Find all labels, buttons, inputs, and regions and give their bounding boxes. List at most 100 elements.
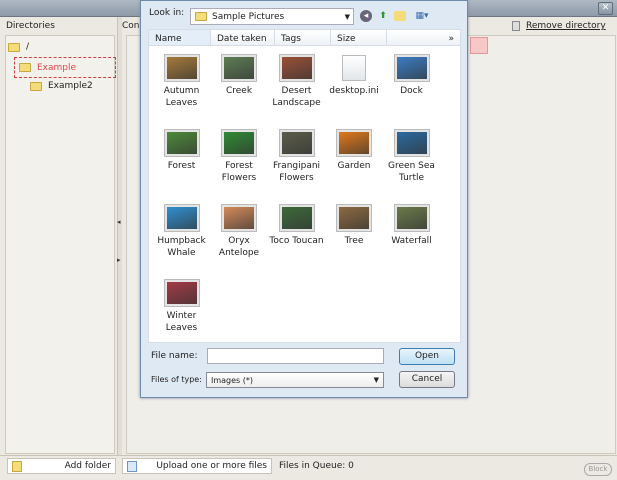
- file-list: Autumn Leaves Creek Desert Landscape deskto…: [148, 46, 461, 343]
- file-name: desktop.ini: [329, 86, 379, 96]
- cancel-button[interactable]: Cancel: [399, 371, 455, 388]
- directory-tree: / Example Example2: [5, 35, 116, 454]
- close-icon[interactable]: ✕: [598, 2, 613, 15]
- file-name: Winter Leaves: [165, 311, 198, 333]
- file-item[interactable]: Waterfall: [383, 204, 440, 247]
- image-thumbnail: [278, 54, 315, 82]
- file-name: Oryx Antelope: [218, 236, 260, 258]
- back-icon[interactable]: ◂: [360, 10, 372, 22]
- collapse-left-icon[interactable]: ◂: [117, 218, 123, 228]
- file-item[interactable]: Desert Landscape: [268, 54, 325, 109]
- expand-right-icon[interactable]: ▸: [117, 256, 123, 266]
- open-button[interactable]: Open: [399, 348, 455, 365]
- chevron-down-icon: ▼: [373, 376, 379, 384]
- file-item[interactable]: Frangipani Flowers: [268, 129, 325, 184]
- tree-node-example[interactable]: Example: [14, 57, 116, 78]
- upload-file-icon: [127, 461, 137, 472]
- tree-node-label: Example: [37, 62, 77, 73]
- file-name: Frangipani Flowers: [272, 161, 321, 183]
- folder-icon: [8, 42, 20, 52]
- add-folder-label: Add folder: [64, 461, 111, 471]
- image-thumbnail: [393, 54, 430, 82]
- image-thumbnail: [221, 129, 257, 157]
- file-name: Forest Flowers: [221, 161, 257, 183]
- image-thumbnail: [393, 129, 430, 157]
- image-thumbnail: [163, 204, 200, 232]
- column-size[interactable]: Size: [331, 30, 387, 45]
- image-thumbnail: [278, 204, 315, 232]
- file-name: Forest: [167, 161, 196, 171]
- look-in-label: Look in:: [149, 8, 185, 18]
- image-thumbnail: [278, 129, 315, 157]
- file-item[interactable]: Dock: [383, 54, 440, 97]
- tree-node-example2[interactable]: Example2: [30, 81, 93, 91]
- directories-header: Directories: [6, 21, 55, 31]
- image-thumbnail: [393, 204, 430, 232]
- chevron-down-icon: ▼: [344, 12, 350, 21]
- up-folder-icon[interactable]: ⬆: [377, 10, 389, 22]
- file-item[interactable]: Winter Leaves: [153, 279, 210, 334]
- document-icon: [342, 55, 366, 81]
- column-tags[interactable]: Tags: [275, 30, 331, 45]
- image-thumbnail: [163, 54, 200, 82]
- folder-icon: [30, 81, 42, 91]
- file-name: Waterfall: [391, 236, 432, 246]
- column-date-taken[interactable]: Date taken: [211, 30, 275, 45]
- image-thumbnail: [163, 129, 200, 157]
- tree-node-label: /: [26, 42, 30, 52]
- file-name: Tree: [344, 236, 364, 246]
- file-name: Desert Landscape: [272, 86, 321, 108]
- file-item[interactable]: Autumn Leaves: [153, 54, 210, 109]
- file-name: Autumn Leaves: [163, 86, 200, 108]
- image-thumbnail: [336, 204, 372, 232]
- highlight-box: [470, 37, 488, 54]
- panel-splitter[interactable]: [118, 17, 122, 455]
- tree-node-label: Example2: [48, 81, 93, 91]
- content-header: Con: [122, 21, 140, 31]
- files-of-type-value: Images (*): [211, 376, 254, 385]
- file-name-input[interactable]: [207, 348, 384, 364]
- tree-node-root[interactable]: /: [8, 42, 29, 52]
- image-thumbnail: [221, 204, 257, 232]
- file-name: Humpback Whale: [157, 236, 206, 258]
- upload-label: Upload one or more files: [156, 461, 267, 471]
- remove-directory-link[interactable]: Remove directory: [512, 21, 606, 31]
- upload-files-button[interactable]: Upload one or more files: [122, 458, 272, 474]
- file-item[interactable]: Humpback Whale: [153, 204, 210, 259]
- image-thumbnail: [221, 54, 257, 82]
- files-in-queue: Files in Queue: 0: [279, 461, 354, 471]
- add-folder-button[interactable]: Add folder: [7, 458, 116, 474]
- files-of-type-select[interactable]: Images (*) ▼: [206, 372, 384, 388]
- file-item[interactable]: Forest Flowers: [211, 129, 268, 184]
- file-item[interactable]: Toco Toucan: [268, 204, 325, 247]
- file-name: Garden: [337, 161, 371, 171]
- file-item[interactable]: Garden: [326, 129, 383, 172]
- new-folder-icon[interactable]: [394, 11, 406, 21]
- files-of-type-label: Files of type:: [151, 375, 202, 384]
- column-header: Name Date taken Tags Size »: [148, 29, 461, 46]
- image-thumbnail: [336, 129, 372, 157]
- look-in-dropdown[interactable]: Sample Pictures ▼: [190, 8, 354, 25]
- file-item[interactable]: Creek: [211, 54, 268, 97]
- column-name[interactable]: Name: [149, 30, 211, 45]
- folder-icon: [195, 12, 207, 21]
- more-columns-icon[interactable]: »: [387, 30, 460, 45]
- add-folder-icon: [12, 461, 22, 472]
- remove-directory-label: Remove directory: [526, 21, 606, 31]
- image-thumbnail: [163, 279, 200, 307]
- file-item[interactable]: Oryx Antelope: [211, 204, 268, 259]
- file-item[interactable]: Tree: [326, 204, 383, 247]
- file-name: Green Sea Turtle: [388, 161, 435, 183]
- file-name: Toco Toucan: [269, 236, 324, 246]
- look-in-value: Sample Pictures: [212, 11, 285, 22]
- file-name-label: File name:: [151, 351, 198, 361]
- file-item[interactable]: desktop.ini: [326, 55, 383, 97]
- file-name: Creek: [225, 86, 253, 96]
- file-item[interactable]: Green Sea Turtle: [383, 129, 440, 184]
- folder-icon: [19, 63, 31, 72]
- view-menu-icon[interactable]: ▦▾: [412, 10, 432, 22]
- trash-icon: [512, 21, 520, 31]
- file-item[interactable]: Forest: [153, 129, 210, 172]
- block-button[interactable]: Block: [584, 463, 612, 476]
- file-name: Dock: [400, 86, 423, 96]
